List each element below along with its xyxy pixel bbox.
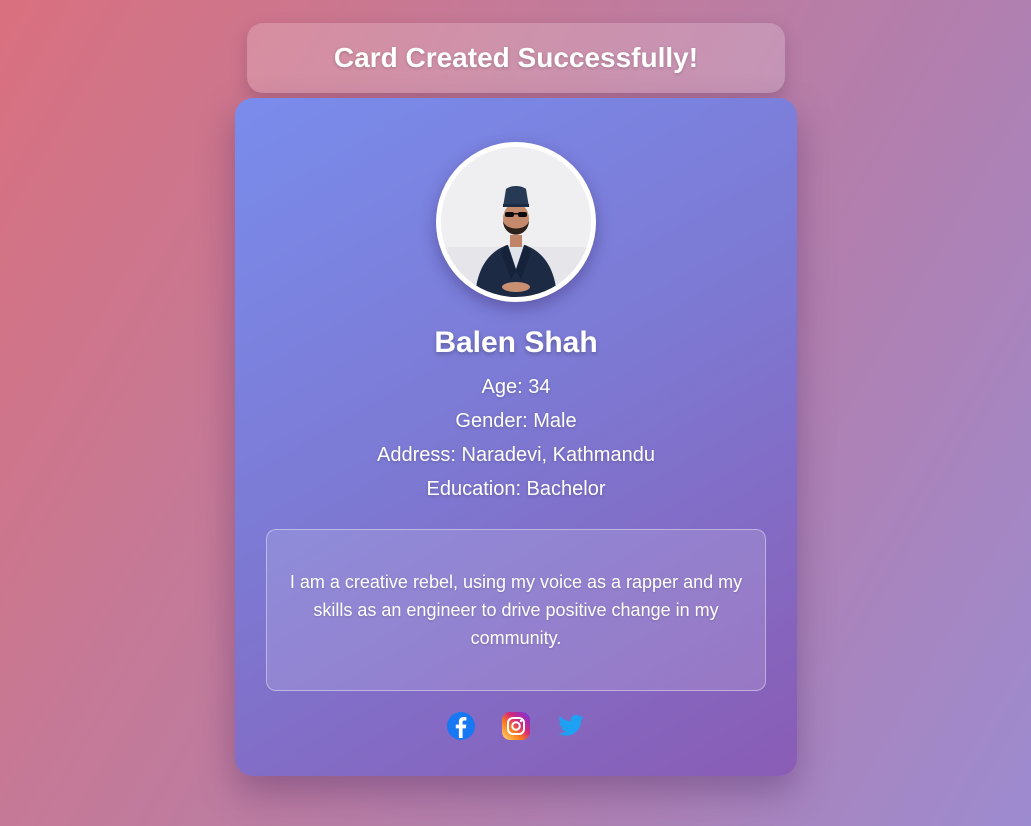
social-links bbox=[235, 710, 797, 742]
gender-text: Gender: Male bbox=[455, 410, 577, 432]
avatar-frame bbox=[436, 142, 596, 302]
instagram-icon bbox=[502, 712, 530, 740]
avatar bbox=[441, 147, 591, 297]
profile-name: Balen Shah bbox=[434, 326, 598, 359]
success-banner: Card Created Successfully! bbox=[247, 23, 785, 93]
bio-box: I am a creative rebel, using my voice as… bbox=[266, 529, 766, 691]
success-message: Card Created Successfully! bbox=[333, 42, 699, 73]
facebook-link[interactable] bbox=[445, 710, 477, 742]
instagram-link[interactable] bbox=[500, 710, 532, 742]
address-text: Address: Naradevi, Kathmandu bbox=[377, 444, 655, 466]
education-text: Education: Bachelor bbox=[426, 478, 606, 500]
facebook-icon bbox=[447, 712, 475, 740]
profile-photo bbox=[441, 147, 591, 297]
twitter-icon bbox=[558, 714, 584, 736]
bio-text: I am a creative rebel, using my voice as… bbox=[289, 572, 743, 648]
twitter-link[interactable] bbox=[555, 710, 587, 742]
profile-card: Balen Shah Age: 34 Gender: Male Address:… bbox=[235, 98, 797, 776]
age-text: Age: 34 bbox=[481, 376, 551, 398]
